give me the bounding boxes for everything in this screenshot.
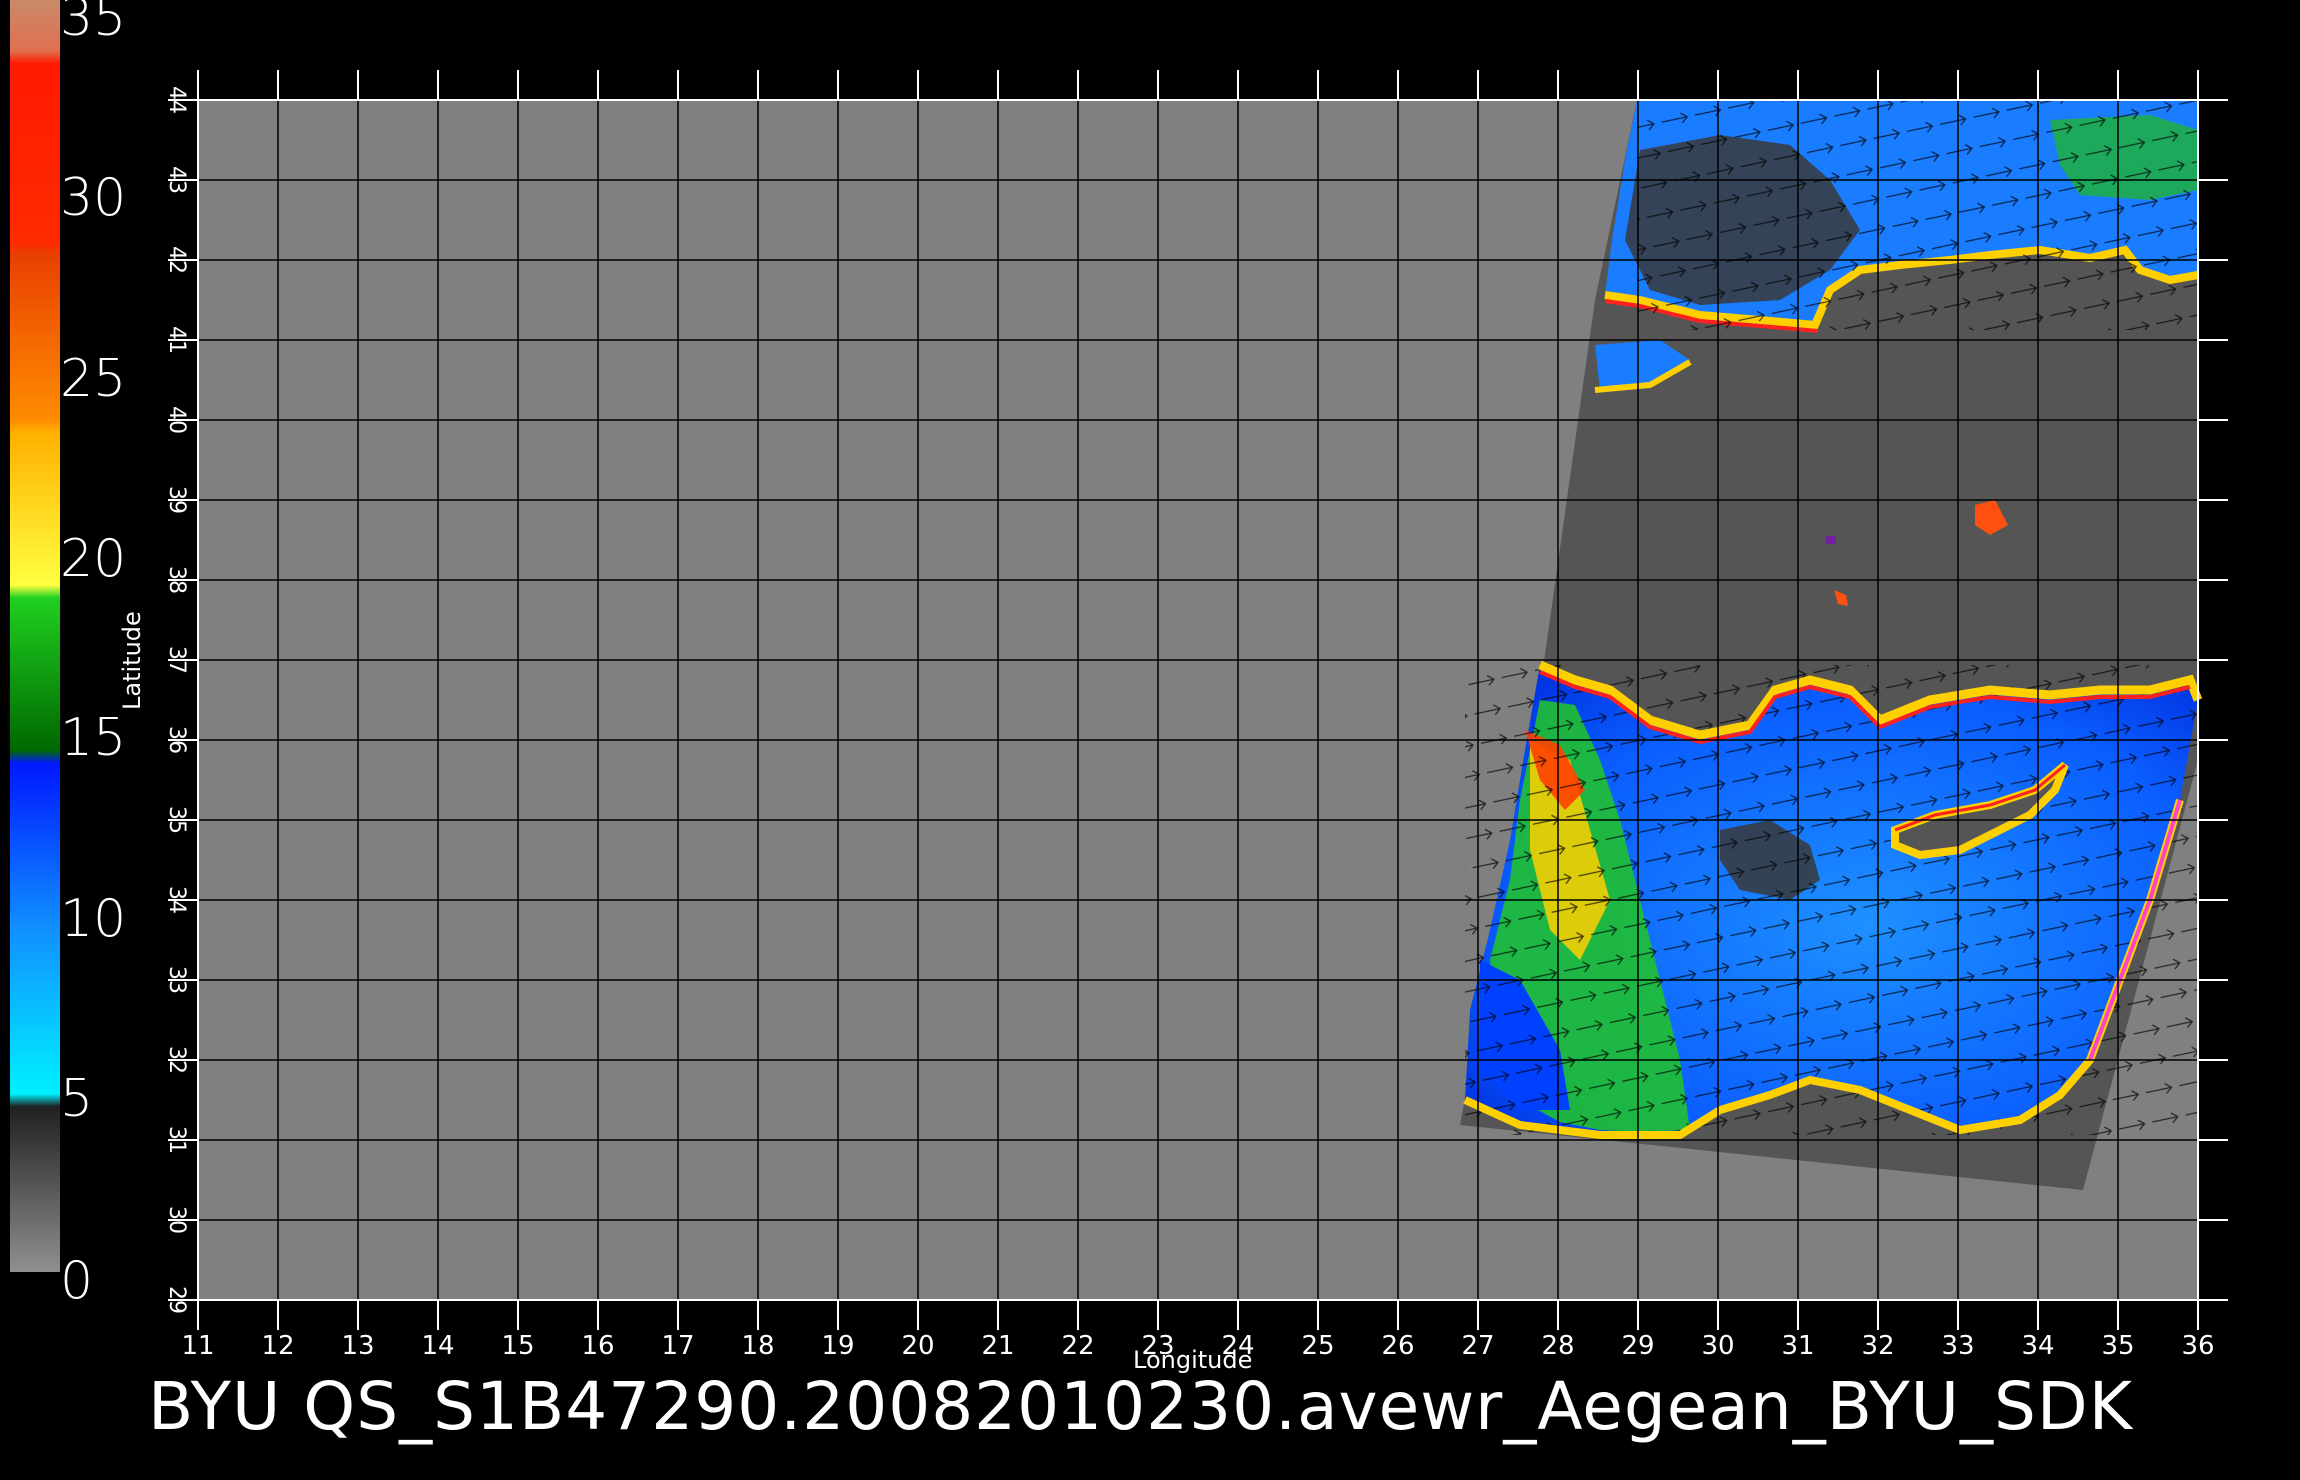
y-tick-label: 40 bbox=[164, 406, 189, 434]
x-tick-label: 18 bbox=[741, 1331, 774, 1361]
x-tick-label: 31 bbox=[1781, 1331, 1814, 1361]
x-tick-label: 27 bbox=[1461, 1331, 1494, 1361]
x-tick-label: 35 bbox=[2101, 1331, 2134, 1361]
colorbar-label-20: 20 bbox=[60, 529, 127, 589]
wind-map: 11 12 13 14 15 16 17 18 19 20 21 22 23 24 25 26 27 28 29 30… bbox=[10, 0, 2228, 1361]
x-tick-label: 20 bbox=[901, 1331, 934, 1361]
colorbar-label-5: 5 bbox=[60, 1069, 94, 1129]
footer-title: BYU QS_S1B47290.20082010230.avewr_Aegean… bbox=[148, 1368, 2133, 1445]
x-tick-label: 26 bbox=[1381, 1331, 1414, 1361]
y-tick-label: 44 bbox=[164, 86, 189, 114]
y-tick-label: 39 bbox=[164, 486, 189, 514]
y-tick-label: 35 bbox=[164, 806, 189, 834]
y-tick-label: 30 bbox=[164, 1206, 189, 1234]
x-tick-label: 19 bbox=[821, 1331, 854, 1361]
x-tick-label: 22 bbox=[1061, 1331, 1094, 1361]
x-tick-label: 17 bbox=[661, 1331, 694, 1361]
y-tick-label: 32 bbox=[164, 1046, 189, 1074]
x-tick-label: 34 bbox=[2021, 1331, 2054, 1361]
y-tick-label: 37 bbox=[164, 646, 189, 674]
x-tick-label: 11 bbox=[181, 1331, 214, 1361]
y-tick-label: 31 bbox=[164, 1126, 189, 1154]
x-tick-label: 14 bbox=[421, 1331, 454, 1361]
y-tick-label: 42 bbox=[164, 246, 189, 274]
x-tick-label: 13 bbox=[341, 1331, 374, 1361]
x-tick-label: 15 bbox=[501, 1331, 534, 1361]
colorbar-label-30: 30 bbox=[60, 168, 127, 228]
y-tick-label: 38 bbox=[164, 566, 189, 594]
x-tick-label: 28 bbox=[1541, 1331, 1574, 1361]
y-tick-label: 41 bbox=[164, 326, 189, 354]
y-axis-title: Latitude bbox=[118, 611, 146, 710]
y-tick-label: 34 bbox=[164, 886, 189, 914]
colorbar-label-35: 35 bbox=[60, 0, 127, 48]
colorbar-label-0: 0 bbox=[60, 1251, 94, 1311]
x-tick-label: 21 bbox=[981, 1331, 1014, 1361]
y-tick-labels: 29 30 31 32 33 34 35 36 37 38 39 40 41 42 43 44 bbox=[164, 86, 189, 1314]
y-tick-label: 43 bbox=[164, 166, 189, 194]
y-tick-label: 36 bbox=[164, 726, 189, 754]
x-tick-label: 25 bbox=[1301, 1331, 1334, 1361]
y-tick-label: 33 bbox=[164, 966, 189, 994]
y-tick-label: 29 bbox=[164, 1286, 189, 1314]
x-tick-label: 36 bbox=[2181, 1331, 2214, 1361]
colorbar bbox=[10, 0, 60, 1272]
x-tick-label: 30 bbox=[1701, 1331, 1734, 1361]
colorbar-label-15: 15 bbox=[60, 708, 127, 768]
x-tick-label: 12 bbox=[261, 1331, 294, 1361]
x-tick-label: 29 bbox=[1621, 1331, 1654, 1361]
colorbar-label-25: 25 bbox=[60, 349, 127, 409]
x-tick-label: 16 bbox=[581, 1331, 614, 1361]
x-tick-label: 32 bbox=[1861, 1331, 1894, 1361]
colorbar-label-10: 10 bbox=[60, 889, 127, 949]
x-tick-label: 33 bbox=[1941, 1331, 1974, 1361]
